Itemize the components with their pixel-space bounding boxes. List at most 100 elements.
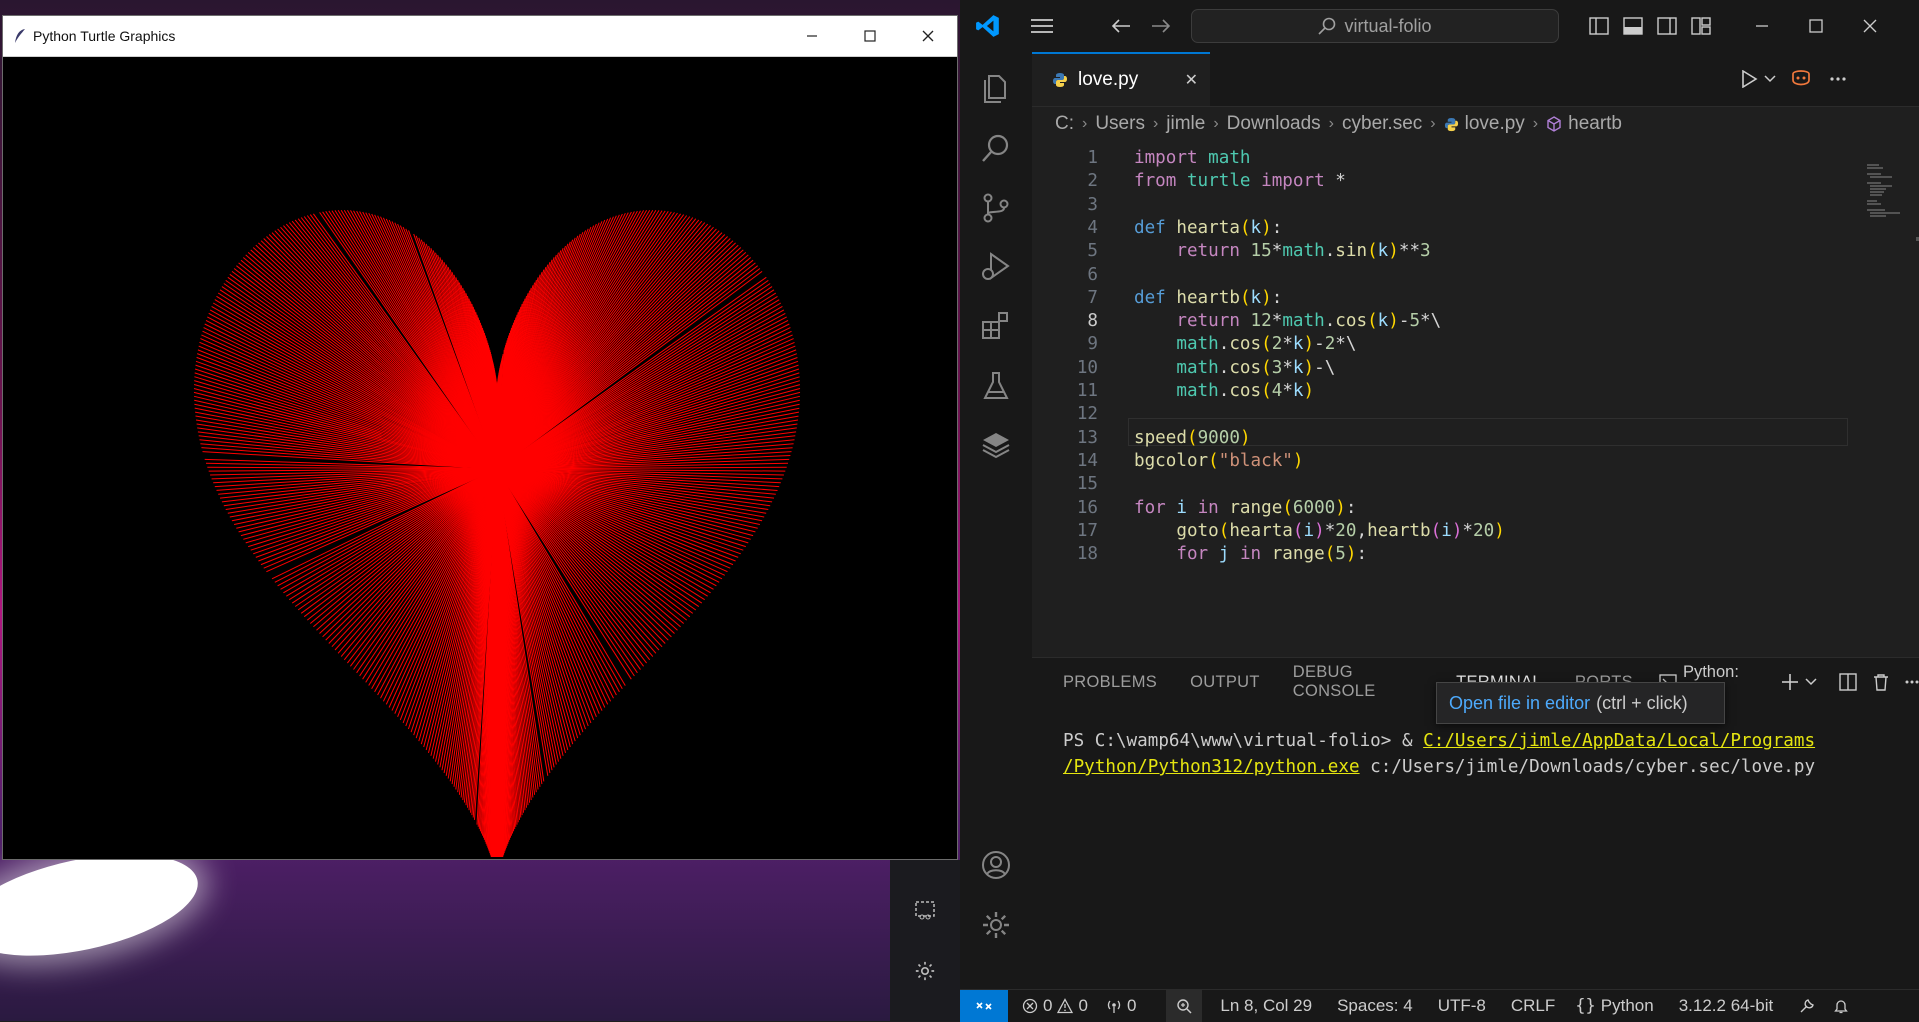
tooltip-link[interactable]: Open file in editor bbox=[1449, 693, 1590, 714]
tools-icon[interactable] bbox=[1799, 998, 1815, 1014]
code-text: math.cos(2*k)-2*\ bbox=[1134, 334, 1356, 354]
toggle-secondary-sidebar-icon[interactable] bbox=[1657, 17, 1677, 35]
python-file-icon bbox=[1444, 117, 1459, 132]
back-arrow-icon[interactable] bbox=[1111, 18, 1131, 34]
tab-output[interactable]: OUTPUT bbox=[1190, 673, 1260, 692]
symbol-method-icon bbox=[1546, 116, 1562, 132]
language-mode[interactable]: {} Python bbox=[1575, 996, 1653, 1016]
testing-flask-icon[interactable] bbox=[978, 368, 1014, 404]
python-exe-link[interactable]: C:/Users/jimle/AppData/Local/Programs bbox=[1423, 731, 1815, 751]
turtle-titlebar[interactable]: Python Turtle Graphics bbox=[3, 16, 957, 57]
language-label: Python bbox=[1601, 996, 1654, 1016]
tab-close-icon[interactable]: ✕ bbox=[1185, 70, 1198, 90]
line-number: 5 bbox=[1032, 241, 1098, 261]
code-text: def heartb(k): bbox=[1134, 288, 1282, 308]
breadcrumb-item[interactable]: Downloads bbox=[1227, 113, 1321, 135]
source-control-icon[interactable] bbox=[978, 190, 1014, 226]
line-number: 4 bbox=[1032, 218, 1098, 238]
encoding-setting[interactable]: UTF-8 bbox=[1438, 996, 1486, 1016]
terminal-dropdown-chevron-icon[interactable] bbox=[1805, 677, 1817, 687]
window-minimize-icon[interactable] bbox=[1755, 19, 1769, 33]
breadcrumb: C: › Users › jimle › Downloads › cyber.s… bbox=[1032, 106, 1919, 142]
line-number: 18 bbox=[1032, 544, 1098, 564]
breadcrumb-item[interactable]: cyber.sec bbox=[1342, 113, 1422, 135]
notifications-bell-icon[interactable] bbox=[1833, 998, 1849, 1014]
forward-arrow-icon[interactable] bbox=[1151, 18, 1171, 34]
breadcrumb-item[interactable]: C: bbox=[1055, 113, 1074, 135]
new-terminal-plus-icon[interactable] bbox=[1781, 673, 1799, 691]
tab-problems[interactable]: PROBLEMS bbox=[1063, 673, 1157, 692]
code-text: def hearta(k): bbox=[1134, 218, 1282, 238]
menu-hamburger-icon[interactable] bbox=[1031, 18, 1053, 34]
code-text: return 15*math.sin(k)**3 bbox=[1134, 241, 1431, 261]
breadcrumb-item[interactable]: love.py bbox=[1465, 113, 1525, 135]
ports-indicator[interactable]: 0 bbox=[1106, 996, 1136, 1016]
search-icon bbox=[1318, 17, 1336, 35]
panel-more-icon[interactable] bbox=[1905, 679, 1919, 685]
zoom-indicator[interactable] bbox=[1166, 990, 1202, 1022]
breadcrumb-item[interactable]: jimle bbox=[1166, 113, 1205, 135]
more-actions-icon[interactable] bbox=[1829, 76, 1847, 82]
remote-indicator-button[interactable] bbox=[960, 990, 1008, 1022]
vscode-titlebar: virtual-folio bbox=[960, 0, 1919, 53]
line-number: 14 bbox=[1032, 451, 1098, 471]
python-interpreter[interactable]: 3.12.2 64-bit bbox=[1679, 996, 1774, 1016]
search-view-icon[interactable] bbox=[978, 130, 1014, 166]
cursor-position[interactable]: Ln 8, Col 29 bbox=[1220, 996, 1312, 1016]
tab-love-py[interactable]: love.py ✕ bbox=[1032, 52, 1210, 106]
toggle-sidebar-icon[interactable] bbox=[1589, 17, 1609, 35]
warning-count: 0 bbox=[1078, 996, 1087, 1016]
tab-debug-console[interactable]: DEBUG CONSOLE bbox=[1293, 663, 1423, 701]
code-editor[interactable]: 1import math2from turtle import *34def h… bbox=[1032, 142, 1852, 657]
line-number: 2 bbox=[1032, 171, 1098, 191]
run-python-icon[interactable] bbox=[1740, 70, 1758, 88]
copilot-icon[interactable] bbox=[1790, 68, 1812, 88]
code-text: speed(9000) bbox=[1134, 428, 1251, 448]
run-dropdown-chevron-icon[interactable] bbox=[1764, 74, 1776, 84]
close-button[interactable] bbox=[899, 16, 957, 56]
error-icon bbox=[1022, 998, 1038, 1014]
eol-setting[interactable]: CRLF bbox=[1511, 996, 1555, 1016]
extensions-icon[interactable] bbox=[978, 307, 1014, 343]
status-bar: 0 0 0 Ln 8, Col 29 Spaces: 4 UTF-8 CRLF … bbox=[960, 989, 1919, 1022]
minimap[interactable] bbox=[1864, 142, 1919, 657]
breadcrumb-item[interactable]: heartb bbox=[1568, 113, 1622, 135]
indentation-setting[interactable]: Spaces: 4 bbox=[1337, 996, 1413, 1016]
customize-layout-icon[interactable] bbox=[1691, 17, 1711, 35]
line-number: 10 bbox=[1032, 358, 1098, 378]
manage-gear-icon[interactable] bbox=[978, 907, 1014, 943]
vscode-logo-icon bbox=[975, 13, 1001, 39]
maximize-button[interactable] bbox=[841, 16, 899, 56]
snipping-tool-icon[interactable] bbox=[914, 899, 936, 921]
minimize-button[interactable] bbox=[783, 16, 841, 56]
command-center-search[interactable]: virtual-folio bbox=[1191, 9, 1559, 43]
turtle-graphics-window[interactable]: Python Turtle Graphics bbox=[2, 15, 958, 860]
window-close-icon[interactable] bbox=[1863, 19, 1877, 33]
editor-area: love.py ✕ C: › Users › jimle › Downloads bbox=[1032, 52, 1919, 657]
line-number: 11 bbox=[1032, 381, 1098, 401]
python-exe-link-cont[interactable]: /Python/Python312/python.exe bbox=[1063, 757, 1360, 777]
activity-bar bbox=[960, 52, 1033, 989]
breadcrumb-item[interactable]: Users bbox=[1095, 113, 1145, 135]
chevron-right-icon: › bbox=[1082, 115, 1087, 133]
editor-tabs-bar: love.py ✕ bbox=[1032, 52, 1919, 107]
run-debug-icon[interactable] bbox=[978, 248, 1014, 284]
account-icon[interactable] bbox=[978, 847, 1014, 883]
line-number: 12 bbox=[1032, 404, 1098, 424]
layers-icon[interactable] bbox=[978, 427, 1014, 463]
terminal-output[interactable]: PS C:\wamp64\www\virtual-folio> & C:/Use… bbox=[1063, 728, 1815, 780]
vscode-window[interactable]: virtual-folio bbox=[960, 0, 1919, 1021]
trash-icon[interactable] bbox=[1873, 673, 1889, 691]
toggle-panel-icon[interactable] bbox=[1623, 17, 1643, 35]
code-text: import math bbox=[1134, 148, 1251, 168]
desktop-side-panel bbox=[890, 860, 960, 1021]
settings-gear-icon[interactable] bbox=[914, 960, 936, 982]
problems-indicator[interactable]: 0 0 bbox=[1022, 996, 1088, 1016]
window-maximize-icon[interactable] bbox=[1809, 19, 1823, 33]
turtle-canvas bbox=[6, 57, 954, 857]
broadcast-icon bbox=[1106, 998, 1122, 1014]
explorer-icon[interactable] bbox=[978, 70, 1014, 106]
error-count: 0 bbox=[1043, 996, 1052, 1016]
split-terminal-icon[interactable] bbox=[1839, 673, 1857, 691]
code-line[interactable]: 18 for j in range(5): bbox=[1032, 540, 1852, 568]
